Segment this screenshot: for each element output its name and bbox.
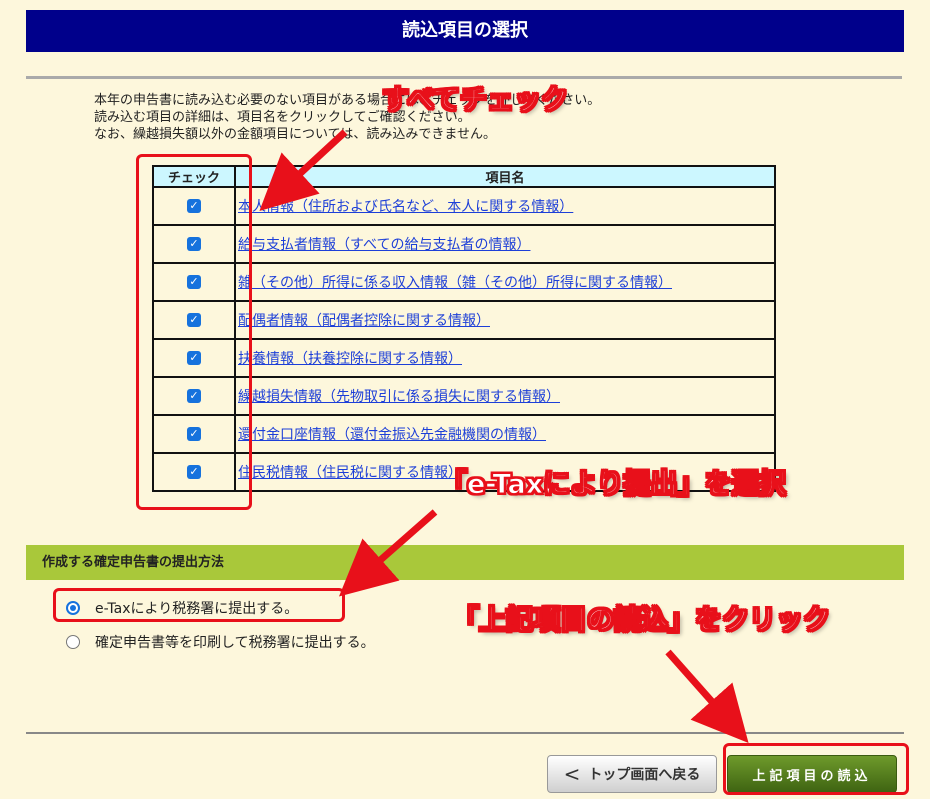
annotation-click-load: 「上記項目の読込」をクリック: [452, 605, 831, 637]
annotation-arrows: [259, 129, 749, 743]
arrow-to-etax-option: [338, 509, 438, 597]
annotation-select-etax: 「e-Taxにより提出」を選択: [440, 469, 787, 501]
annotation-check-all: すべてチェック: [381, 85, 569, 117]
arrow-to-checkboxes: [259, 129, 348, 211]
arrow-to-load-button: [665, 649, 749, 743]
